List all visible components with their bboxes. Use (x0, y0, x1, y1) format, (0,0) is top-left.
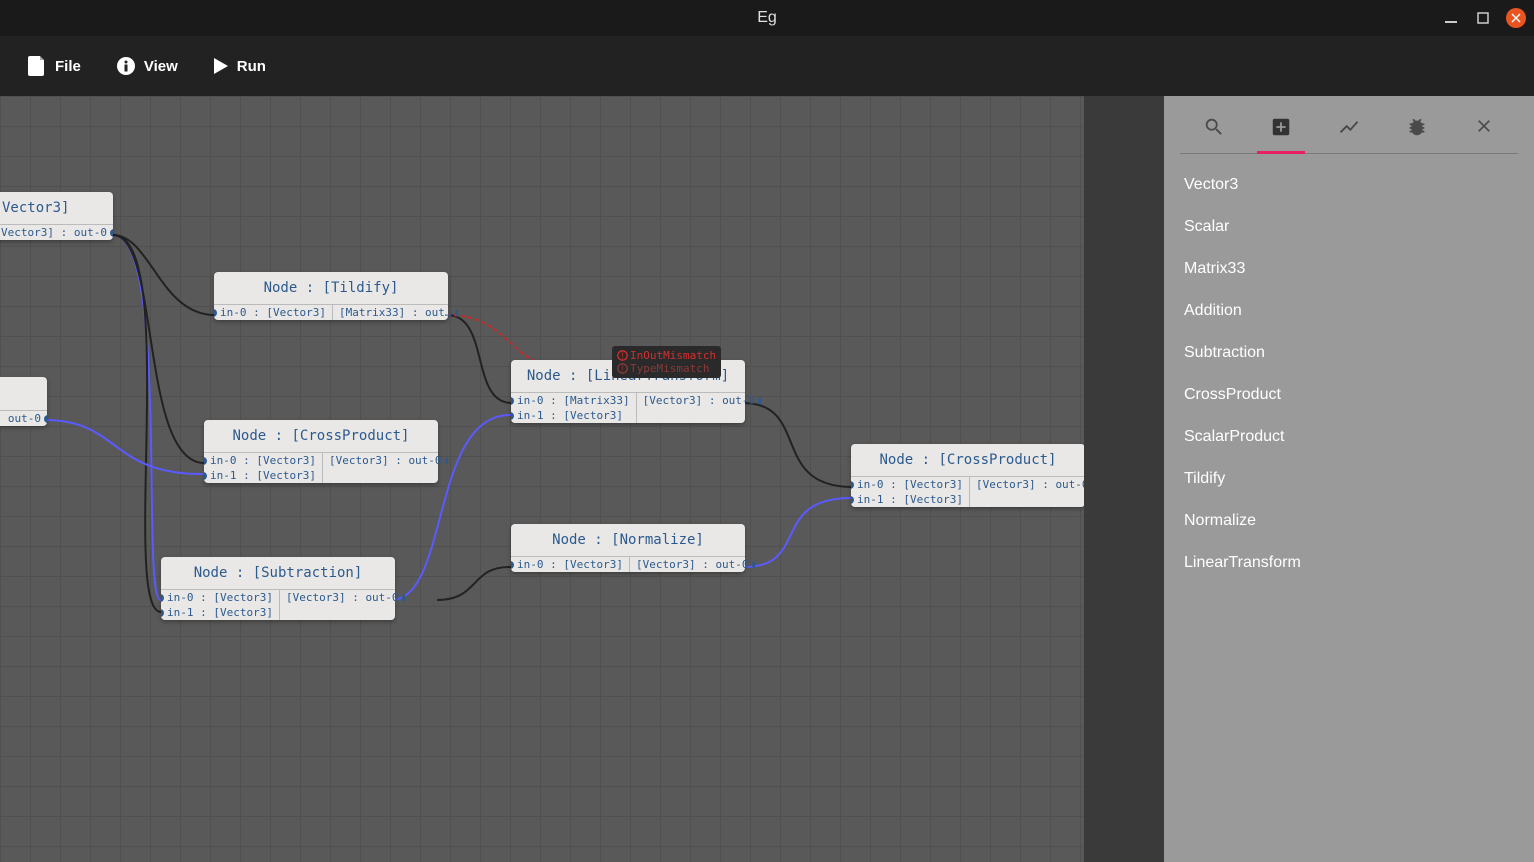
port-in[interactable]: in-1 : [Vector3] (851, 492, 969, 507)
node-subtraction[interactable]: Node : [Subtraction] in-0 : [Vector3] in… (161, 557, 395, 620)
node-crossproduct-2[interactable]: Node : [CrossProduct] in-0 : [Vector3] i… (851, 444, 1084, 507)
port-in[interactable]: in-0 : [Vector3] (511, 557, 629, 572)
port-in[interactable]: in-0 : [Vector3] (161, 590, 279, 605)
bug-icon (1406, 116, 1428, 138)
activity-icon (1338, 116, 1360, 138)
info-icon (117, 57, 135, 75)
port-in[interactable]: in-0 : [Matrix33] (511, 393, 636, 408)
tab-debug[interactable] (1393, 116, 1441, 143)
toolbar: File View Run (0, 36, 1534, 96)
port-out[interactable]: [Matrix33] : out… (333, 305, 458, 320)
graph-canvas[interactable]: [Vector3] [Vector3] : out-0 out-0 Node :… (0, 96, 1084, 862)
port-in[interactable]: in-0 : [Vector3] (214, 305, 332, 320)
tab-add-node[interactable] (1257, 116, 1305, 143)
port-out[interactable]: [Vector3] : out-0 (0, 225, 113, 240)
node-type-item[interactable]: Scalar (1180, 206, 1518, 248)
svg-text:!: ! (620, 365, 625, 374)
port-out[interactable]: [Vector3] : out-0 (280, 590, 405, 605)
play-icon (214, 58, 228, 74)
minimize-button[interactable] (1442, 9, 1460, 27)
zoom-icon (1203, 116, 1225, 138)
node-type-item[interactable]: ScalarProduct (1180, 416, 1518, 458)
port-in[interactable]: in-0 : [Vector3] (204, 453, 322, 468)
file-icon (28, 56, 46, 76)
run-menu[interactable]: Run (214, 58, 266, 75)
node-type-item[interactable]: Tildify (1180, 458, 1518, 500)
node-error-tooltip: !InOutMismatch !TypeMismatch (612, 346, 721, 378)
view-menu[interactable]: View (117, 57, 178, 75)
port-in[interactable]: in-1 : [Vector3] (204, 468, 322, 483)
node-type-item[interactable]: Matrix33 (1180, 248, 1518, 290)
port-out[interactable]: [Vector3] : out-0 (323, 453, 448, 468)
window-controls (1442, 8, 1526, 28)
port-out[interactable]: out-0 (0, 411, 47, 426)
maximize-button[interactable] (1474, 9, 1492, 27)
sidebar-tabs (1180, 116, 1518, 154)
port-out[interactable]: [Vector3] : out-0 (970, 477, 1084, 492)
close-icon (1474, 116, 1494, 136)
sidebar: Vector3ScalarMatrix33AdditionSubtraction… (1164, 96, 1534, 862)
tab-close[interactable] (1460, 116, 1508, 143)
file-menu[interactable]: File (28, 56, 81, 76)
node-type-item[interactable]: Subtraction (1180, 332, 1518, 374)
add-box-icon (1270, 116, 1292, 138)
node-crossproduct-1[interactable]: Node : [CrossProduct] in-0 : [Vector3] i… (204, 420, 438, 483)
port-in[interactable]: in-0 : [Vector3] (851, 477, 969, 492)
svg-text:!: ! (620, 352, 625, 361)
node-vector3[interactable]: [Vector3] [Vector3] : out-0 (0, 192, 113, 240)
node-unknown[interactable]: out-0 (0, 377, 47, 426)
titlebar: Eg (0, 0, 1534, 36)
port-in[interactable]: in-1 : [Vector3] (161, 605, 279, 620)
node-tildify[interactable]: Node : [Tildify] in-0 : [Vector3] [Matri… (214, 272, 448, 320)
node-type-item[interactable]: Addition (1180, 290, 1518, 332)
node-type-list: Vector3ScalarMatrix33AdditionSubtraction… (1180, 164, 1518, 584)
close-button[interactable] (1506, 8, 1526, 28)
tab-activity[interactable] (1325, 116, 1373, 143)
node-normalize[interactable]: Node : [Normalize] in-0 : [Vector3] [Vec… (511, 524, 745, 572)
tab-zoom[interactable] (1190, 116, 1238, 143)
node-type-item[interactable]: LinearTransform (1180, 542, 1518, 584)
node-type-item[interactable]: CrossProduct (1180, 374, 1518, 416)
error-icon: ! (617, 363, 628, 374)
node-type-item[interactable]: Normalize (1180, 500, 1518, 542)
port-out[interactable]: [Vector3] : out-0 (637, 393, 762, 408)
port-out[interactable]: [Vector3] : out-0 (630, 557, 755, 572)
node-type-item[interactable]: Vector3 (1180, 164, 1518, 206)
port-in[interactable]: in-1 : [Vector3] (511, 408, 636, 423)
window-title: Eg (757, 9, 777, 27)
error-icon: ! (617, 350, 628, 361)
